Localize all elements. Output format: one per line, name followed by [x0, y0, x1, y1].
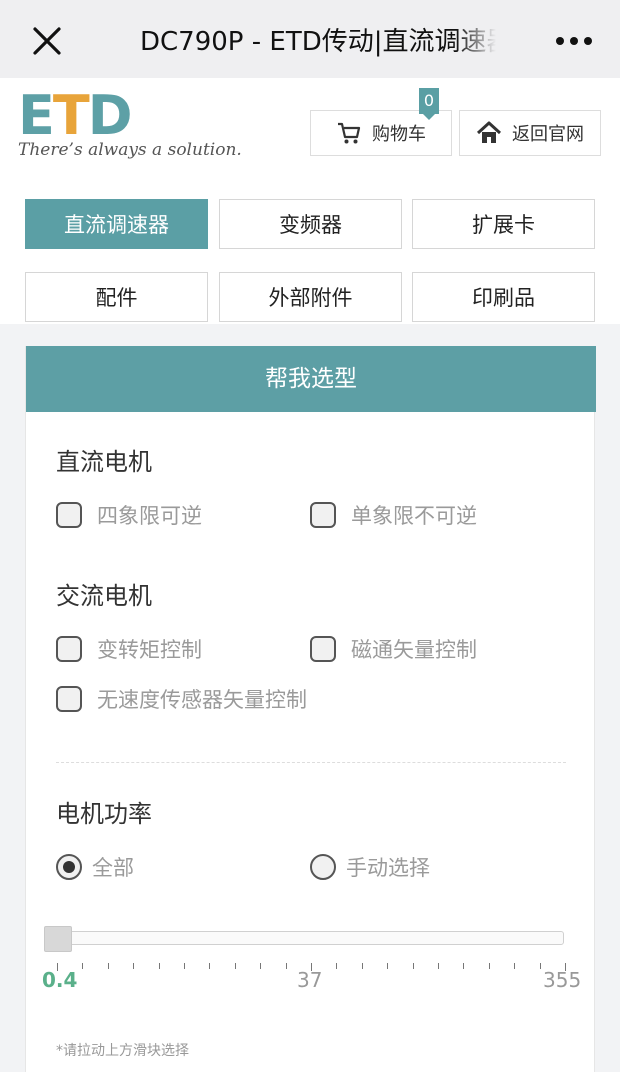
dc-motor-title: 直流电机 — [56, 448, 152, 476]
cart-label: 购物车 — [372, 124, 426, 145]
slider-tick — [260, 963, 262, 969]
checkbox-four-quadrant[interactable]: 四象限可逆 — [56, 500, 202, 530]
slider-hint: *请拉动上方滑块选择 — [56, 1043, 189, 1059]
radio-label: 手动选择 — [346, 856, 430, 880]
cart-count-badge: 0 — [419, 88, 439, 120]
close-button[interactable] — [30, 24, 64, 58]
radio-dot[interactable] — [56, 854, 82, 880]
slider-tick — [361, 963, 363, 969]
checkbox-flux-vector[interactable]: 磁通矢量控制 — [310, 634, 477, 664]
more-dots-icon — [556, 37, 564, 45]
slider-min-label: 0.4 — [42, 968, 78, 992]
close-icon — [33, 27, 61, 55]
slider-tick — [514, 963, 516, 969]
checkbox-single-quadrant[interactable]: 单象限不可逆 — [310, 500, 477, 530]
slider-tick — [488, 963, 490, 969]
slider-max-label: 355 — [543, 968, 582, 992]
slider-tick — [285, 963, 287, 969]
checkbox-label: 变转矩控制 — [97, 638, 202, 662]
slider-tick — [82, 963, 84, 969]
radio-label: 全部 — [92, 856, 134, 880]
category-dc-drives[interactable]: 直流调速器 — [25, 199, 208, 249]
radio-manual[interactable]: 手动选择 — [310, 852, 430, 882]
radio-all[interactable]: 全部 — [56, 852, 134, 882]
category-printed-matter[interactable]: 印刷品 — [412, 272, 595, 322]
slider-tick — [158, 963, 160, 969]
section-divider — [56, 762, 566, 763]
etd-logo[interactable]: ETD There’s always a solution. — [18, 84, 248, 162]
site-header: ETD There’s always a solution. 购物车 返回官网 … — [0, 78, 620, 324]
checkbox-variable-torque[interactable]: 变转矩控制 — [56, 634, 202, 664]
category-external-accessories[interactable]: 外部附件 — [219, 272, 402, 322]
slider-tick — [209, 963, 211, 969]
motor-power-title: 电机功率 — [56, 800, 152, 828]
home-icon — [476, 121, 502, 143]
checkbox-box[interactable] — [310, 636, 336, 662]
slider-tick — [539, 963, 541, 969]
checkbox-label: 四象限可逆 — [97, 504, 202, 528]
home-button[interactable]: 返回官网 — [459, 110, 601, 156]
slider-tick — [438, 963, 439, 969]
slider-tick — [387, 963, 389, 969]
more-button[interactable] — [550, 28, 598, 54]
checkbox-box[interactable] — [56, 686, 82, 712]
checkbox-box[interactable] — [56, 636, 82, 662]
slider-tick — [336, 963, 338, 969]
page-title: DC790P - ETD传动|直流调速器 — [140, 22, 496, 62]
radio-dot[interactable] — [310, 854, 336, 880]
selection-panel: 帮我选型 直流电机 四象限可逆 单象限不可逆 交流电机 变转矩控制 磁通矢量控制… — [25, 346, 596, 1072]
slider-tick — [412, 963, 414, 969]
checkbox-box[interactable] — [310, 502, 336, 528]
category-inverters[interactable]: 变频器 — [219, 199, 402, 249]
slider-tick — [184, 963, 185, 969]
checkbox-box[interactable] — [56, 502, 82, 528]
slider-tick — [133, 963, 135, 969]
category-expansion-cards[interactable]: 扩展卡 — [412, 199, 595, 249]
slider-tick — [234, 963, 236, 969]
top-nav-bar: DC790P - ETD传动|直流调速器 — [0, 0, 620, 78]
logo-letters: ETD — [18, 84, 133, 147]
checkbox-label: 无速度传感器矢量控制 — [97, 688, 307, 712]
cart-icon — [338, 122, 361, 144]
power-slider-handle[interactable] — [44, 926, 72, 952]
logo-slogan: There’s always a solution. — [18, 140, 242, 160]
slider-tick — [463, 963, 465, 969]
home-label: 返回官网 — [512, 124, 584, 145]
slider-mid-label: 37 — [297, 968, 323, 992]
slider-tick — [107, 963, 109, 969]
category-accessories[interactable]: 配件 — [25, 272, 208, 322]
panel-title: 帮我选型 — [26, 346, 596, 412]
ac-motor-title: 交流电机 — [56, 582, 152, 610]
checkbox-label: 单象限不可逆 — [351, 504, 477, 528]
power-slider-track[interactable] — [44, 931, 564, 945]
checkbox-sensorless-vector[interactable]: 无速度传感器矢量控制 — [56, 684, 307, 714]
checkbox-label: 磁通矢量控制 — [351, 638, 477, 662]
